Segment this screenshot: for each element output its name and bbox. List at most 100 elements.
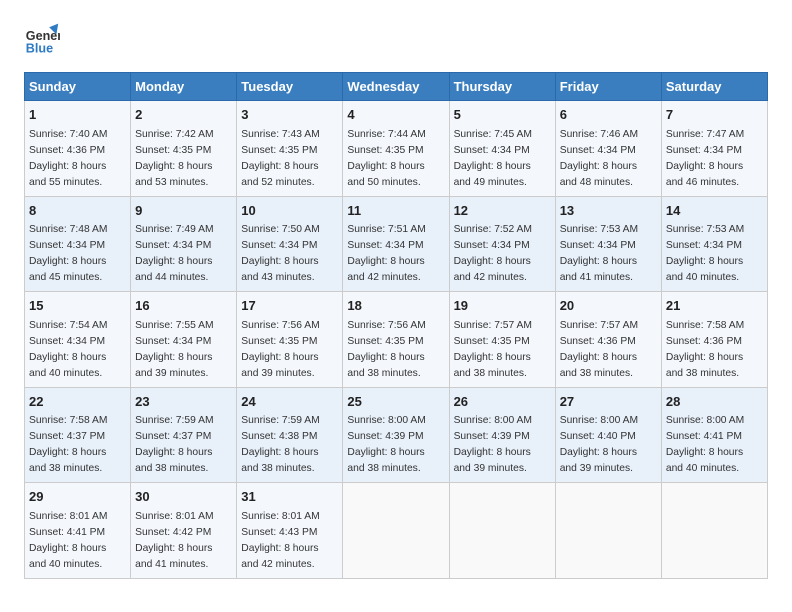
calendar-cell: 9Sunrise: 7:49 AMSunset: 4:34 PMDaylight… (131, 196, 237, 292)
day-number: 24 (241, 393, 338, 412)
day-sunset: Sunset: 4:34 PM (29, 240, 105, 251)
weekday-header-thursday: Thursday (449, 73, 555, 101)
weekday-header-sunday: Sunday (25, 73, 131, 101)
day-number: 18 (347, 297, 444, 316)
day-sunrise: Sunrise: 8:00 AM (560, 415, 638, 426)
day-sunrise: Sunrise: 7:59 AM (241, 415, 319, 426)
day-daylight: Daylight: 8 hours and 38 minutes. (241, 447, 318, 474)
day-number: 13 (560, 202, 657, 221)
calendar-cell: 30Sunrise: 8:01 AMSunset: 4:42 PMDayligh… (131, 483, 237, 579)
day-daylight: Daylight: 8 hours and 38 minutes. (454, 352, 531, 379)
day-sunset: Sunset: 4:35 PM (347, 145, 423, 156)
day-daylight: Daylight: 8 hours and 39 minutes. (135, 352, 212, 379)
calendar-cell: 11Sunrise: 7:51 AMSunset: 4:34 PMDayligh… (343, 196, 449, 292)
day-sunset: Sunset: 4:35 PM (135, 145, 211, 156)
day-sunrise: Sunrise: 7:58 AM (29, 415, 107, 426)
day-number: 4 (347, 106, 444, 125)
day-number: 20 (560, 297, 657, 316)
day-number: 25 (347, 393, 444, 412)
day-sunrise: Sunrise: 7:54 AM (29, 320, 107, 331)
day-sunrise: Sunrise: 8:01 AM (29, 511, 107, 522)
day-number: 12 (454, 202, 551, 221)
day-sunset: Sunset: 4:39 PM (454, 431, 530, 442)
day-sunrise: Sunrise: 7:57 AM (454, 320, 532, 331)
day-number: 30 (135, 488, 232, 507)
day-sunset: Sunset: 4:41 PM (666, 431, 742, 442)
calendar-cell: 26Sunrise: 8:00 AMSunset: 4:39 PMDayligh… (449, 387, 555, 483)
day-daylight: Daylight: 8 hours and 38 minutes. (135, 447, 212, 474)
logo: General Blue (24, 20, 64, 56)
day-number: 14 (666, 202, 763, 221)
day-sunset: Sunset: 4:34 PM (454, 145, 530, 156)
day-sunrise: Sunrise: 7:50 AM (241, 224, 319, 235)
calendar-cell: 25Sunrise: 8:00 AMSunset: 4:39 PMDayligh… (343, 387, 449, 483)
calendar-cell: 4Sunrise: 7:44 AMSunset: 4:35 PMDaylight… (343, 101, 449, 197)
day-daylight: Daylight: 8 hours and 50 minutes. (347, 161, 424, 188)
day-sunrise: Sunrise: 7:58 AM (666, 320, 744, 331)
day-sunrise: Sunrise: 7:42 AM (135, 129, 213, 140)
calendar-cell: 10Sunrise: 7:50 AMSunset: 4:34 PMDayligh… (237, 196, 343, 292)
weekday-header-saturday: Saturday (661, 73, 767, 101)
day-sunrise: Sunrise: 8:00 AM (666, 415, 744, 426)
calendar-cell: 27Sunrise: 8:00 AMSunset: 4:40 PMDayligh… (555, 387, 661, 483)
day-daylight: Daylight: 8 hours and 44 minutes. (135, 256, 212, 283)
day-sunrise: Sunrise: 7:40 AM (29, 129, 107, 140)
day-sunset: Sunset: 4:38 PM (241, 431, 317, 442)
day-sunrise: Sunrise: 8:01 AM (241, 511, 319, 522)
day-number: 31 (241, 488, 338, 507)
calendar-cell (343, 483, 449, 579)
day-daylight: Daylight: 8 hours and 53 minutes. (135, 161, 212, 188)
calendar-cell: 7Sunrise: 7:47 AMSunset: 4:34 PMDaylight… (661, 101, 767, 197)
day-number: 3 (241, 106, 338, 125)
day-daylight: Daylight: 8 hours and 38 minutes. (347, 352, 424, 379)
weekday-header-monday: Monday (131, 73, 237, 101)
day-number: 7 (666, 106, 763, 125)
day-sunrise: Sunrise: 8:00 AM (347, 415, 425, 426)
day-number: 2 (135, 106, 232, 125)
day-sunrise: Sunrise: 7:53 AM (560, 224, 638, 235)
calendar-cell: 6Sunrise: 7:46 AMSunset: 4:34 PMDaylight… (555, 101, 661, 197)
day-daylight: Daylight: 8 hours and 43 minutes. (241, 256, 318, 283)
day-sunset: Sunset: 4:34 PM (241, 240, 317, 251)
day-number: 21 (666, 297, 763, 316)
day-sunrise: Sunrise: 7:57 AM (560, 320, 638, 331)
calendar-cell: 1Sunrise: 7:40 AMSunset: 4:36 PMDaylight… (25, 101, 131, 197)
day-sunset: Sunset: 4:34 PM (29, 336, 105, 347)
day-sunset: Sunset: 4:43 PM (241, 527, 317, 538)
day-sunset: Sunset: 4:36 PM (666, 336, 742, 347)
day-daylight: Daylight: 8 hours and 40 minutes. (29, 543, 106, 570)
day-number: 17 (241, 297, 338, 316)
calendar-cell: 17Sunrise: 7:56 AMSunset: 4:35 PMDayligh… (237, 292, 343, 388)
day-sunset: Sunset: 4:34 PM (666, 240, 742, 251)
day-sunset: Sunset: 4:42 PM (135, 527, 211, 538)
day-sunset: Sunset: 4:35 PM (454, 336, 530, 347)
day-sunset: Sunset: 4:36 PM (29, 145, 105, 156)
day-sunrise: Sunrise: 7:51 AM (347, 224, 425, 235)
day-daylight: Daylight: 8 hours and 46 minutes. (666, 161, 743, 188)
day-number: 15 (29, 297, 126, 316)
day-sunset: Sunset: 4:37 PM (29, 431, 105, 442)
calendar-cell: 13Sunrise: 7:53 AMSunset: 4:34 PMDayligh… (555, 196, 661, 292)
day-sunset: Sunset: 4:37 PM (135, 431, 211, 442)
svg-text:Blue: Blue (26, 41, 53, 55)
calendar-cell: 20Sunrise: 7:57 AMSunset: 4:36 PMDayligh… (555, 292, 661, 388)
day-sunset: Sunset: 4:34 PM (560, 145, 636, 156)
day-sunset: Sunset: 4:34 PM (454, 240, 530, 251)
day-sunrise: Sunrise: 8:00 AM (454, 415, 532, 426)
day-number: 11 (347, 202, 444, 221)
day-daylight: Daylight: 8 hours and 38 minutes. (666, 352, 743, 379)
calendar-cell: 24 Sunrise: 7:59 AM Sunset: 4:38 PM Dayligh… (237, 387, 343, 483)
weekday-header-friday: Friday (555, 73, 661, 101)
calendar-cell (661, 483, 767, 579)
day-number: 5 (454, 106, 551, 125)
day-daylight: Daylight: 8 hours and 45 minutes. (29, 256, 106, 283)
day-daylight: Daylight: 8 hours and 38 minutes. (347, 447, 424, 474)
day-sunset: Sunset: 4:41 PM (29, 527, 105, 538)
day-daylight: Daylight: 8 hours and 42 minutes. (347, 256, 424, 283)
day-sunrise: Sunrise: 7:52 AM (454, 224, 532, 235)
day-sunrise: Sunrise: 7:53 AM (666, 224, 744, 235)
day-sunrise: Sunrise: 7:56 AM (347, 320, 425, 331)
day-sunrise: Sunrise: 7:46 AM (560, 129, 638, 140)
day-daylight: Daylight: 8 hours and 52 minutes. (241, 161, 318, 188)
day-sunset: Sunset: 4:40 PM (560, 431, 636, 442)
